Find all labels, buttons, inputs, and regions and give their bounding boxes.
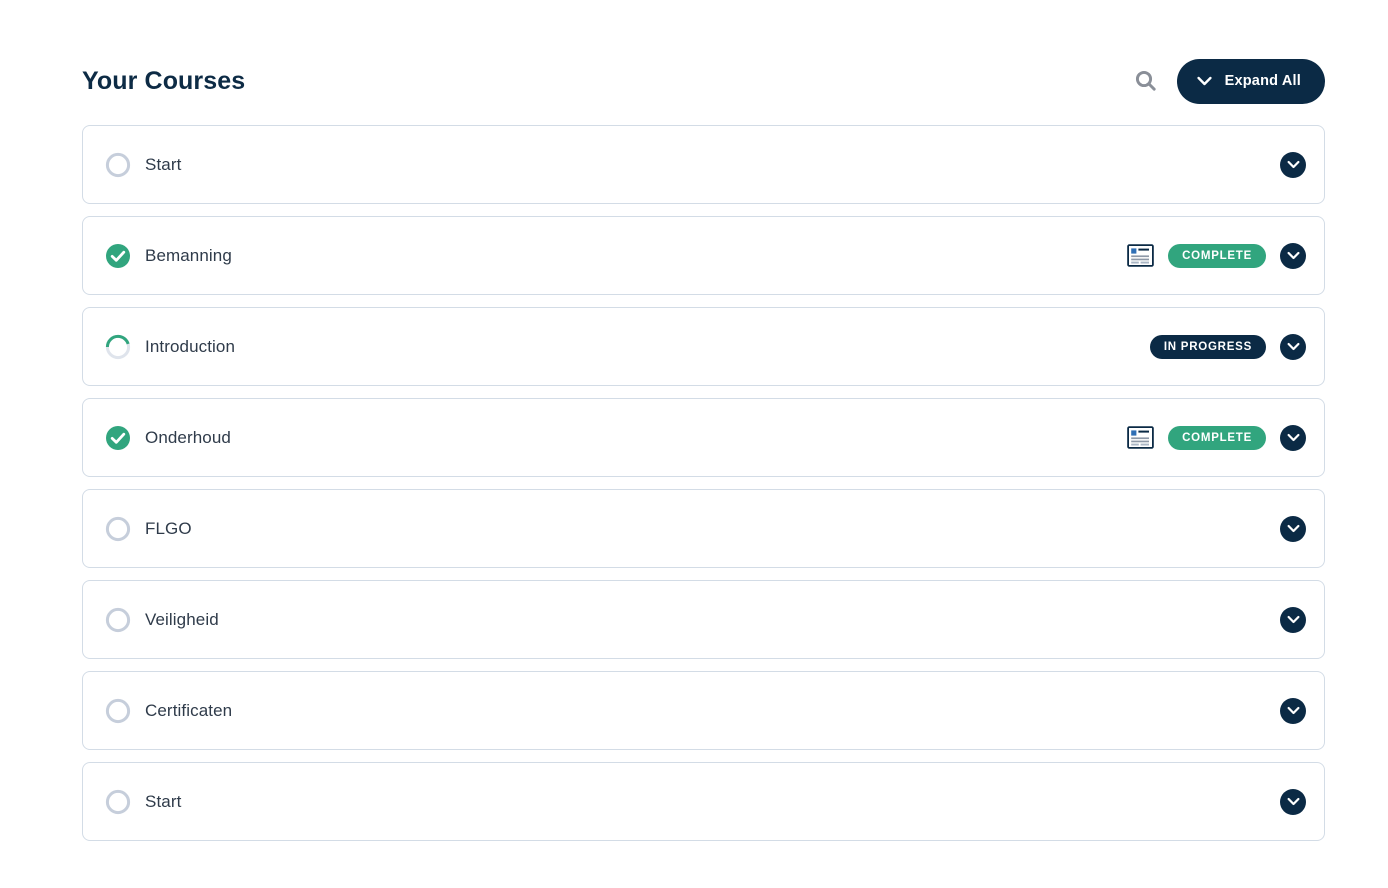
chevron-down-icon	[1287, 615, 1300, 624]
course-row-left: Bemanning	[105, 243, 1127, 269]
course-row[interactable]: Bemanning COMPLETE	[82, 216, 1325, 295]
course-row-left: Onderhoud	[105, 425, 1127, 451]
expand-all-label: Expand All	[1224, 73, 1301, 89]
row-toggle-button[interactable]	[1280, 151, 1306, 178]
check-circle-icon	[106, 425, 130, 450]
page-title: Your Courses	[82, 66, 246, 95]
empty-circle-icon	[105, 152, 131, 177]
course-row-right	[1280, 697, 1306, 724]
course-row-right: COMPLETE	[1127, 424, 1306, 451]
course-row[interactable]: Certificaten	[82, 671, 1325, 750]
header-actions: Expand All	[1131, 58, 1325, 104]
row-toggle-button[interactable]	[1280, 788, 1306, 815]
empty-circle-icon	[105, 516, 131, 541]
certificate-icon	[1127, 244, 1154, 267]
status-badge: COMPLETE	[1168, 243, 1266, 268]
course-row-right	[1280, 788, 1306, 815]
course-title: Start	[145, 154, 182, 174]
course-list: Start Bemanning COMPLETE Introduction IN PRO…	[82, 125, 1325, 841]
course-title: Bemanning	[145, 245, 232, 265]
chevron-down-icon	[1287, 524, 1300, 533]
course-title: FLGO	[145, 518, 192, 538]
chevron-down-icon	[1287, 797, 1300, 806]
course-row-right	[1280, 151, 1306, 178]
course-title: Certificaten	[145, 700, 233, 720]
expand-all-button[interactable]: Expand All	[1176, 58, 1325, 104]
status-badge: IN PROGRESS	[1149, 334, 1266, 359]
search-button[interactable]	[1131, 66, 1161, 96]
course-row-right: IN PROGRESS	[1149, 333, 1306, 360]
row-toggle-button[interactable]	[1280, 606, 1306, 633]
course-row-left: FLGO	[105, 516, 1280, 542]
empty-circle-icon	[105, 698, 131, 723]
course-row[interactable]: Onderhoud COMPLETE	[82, 398, 1325, 477]
course-row-left: Veiligheid	[105, 607, 1280, 633]
check-circle-icon	[106, 243, 130, 268]
search-icon	[1133, 68, 1159, 94]
course-row[interactable]: Start	[82, 762, 1325, 841]
certificate-icon	[1127, 426, 1154, 449]
row-toggle-button[interactable]	[1280, 333, 1306, 360]
empty-circle-icon	[105, 789, 131, 814]
progress-ring-icon	[105, 334, 131, 359]
chevron-down-icon	[1287, 706, 1300, 715]
chevron-down-icon	[1287, 251, 1300, 260]
course-row[interactable]: Veiligheid	[82, 580, 1325, 659]
course-title: Introduction	[145, 336, 236, 356]
course-row-left: Introduction	[105, 334, 1150, 360]
your-courses-page: Your Courses Expand All Start Bemanning …	[0, 0, 1388, 888]
course-row-right: COMPLETE	[1127, 242, 1306, 269]
page-header: Your Courses Expand All	[82, 55, 1325, 107]
chevron-down-icon	[1287, 342, 1300, 351]
row-toggle-button[interactable]	[1280, 242, 1306, 269]
row-toggle-button[interactable]	[1280, 515, 1306, 542]
chevron-down-icon	[1287, 160, 1300, 169]
course-title: Veiligheid	[145, 609, 219, 629]
course-row-right	[1280, 515, 1306, 542]
course-row[interactable]: Start	[82, 125, 1325, 204]
course-title: Onderhoud	[145, 427, 231, 447]
course-row-left: Start	[105, 789, 1280, 815]
course-row[interactable]: Introduction IN PROGRESS	[82, 307, 1325, 386]
course-row[interactable]: FLGO	[82, 489, 1325, 568]
course-title: Start	[145, 791, 182, 811]
course-row-left: Start	[105, 152, 1280, 178]
course-row-right	[1280, 606, 1306, 633]
chevron-down-icon	[1287, 433, 1300, 442]
status-badge: COMPLETE	[1168, 425, 1266, 450]
chevron-down-icon	[1197, 76, 1212, 86]
row-toggle-button[interactable]	[1280, 697, 1306, 724]
row-toggle-button[interactable]	[1280, 424, 1306, 451]
course-row-left: Certificaten	[105, 698, 1280, 724]
empty-circle-icon	[105, 607, 131, 632]
